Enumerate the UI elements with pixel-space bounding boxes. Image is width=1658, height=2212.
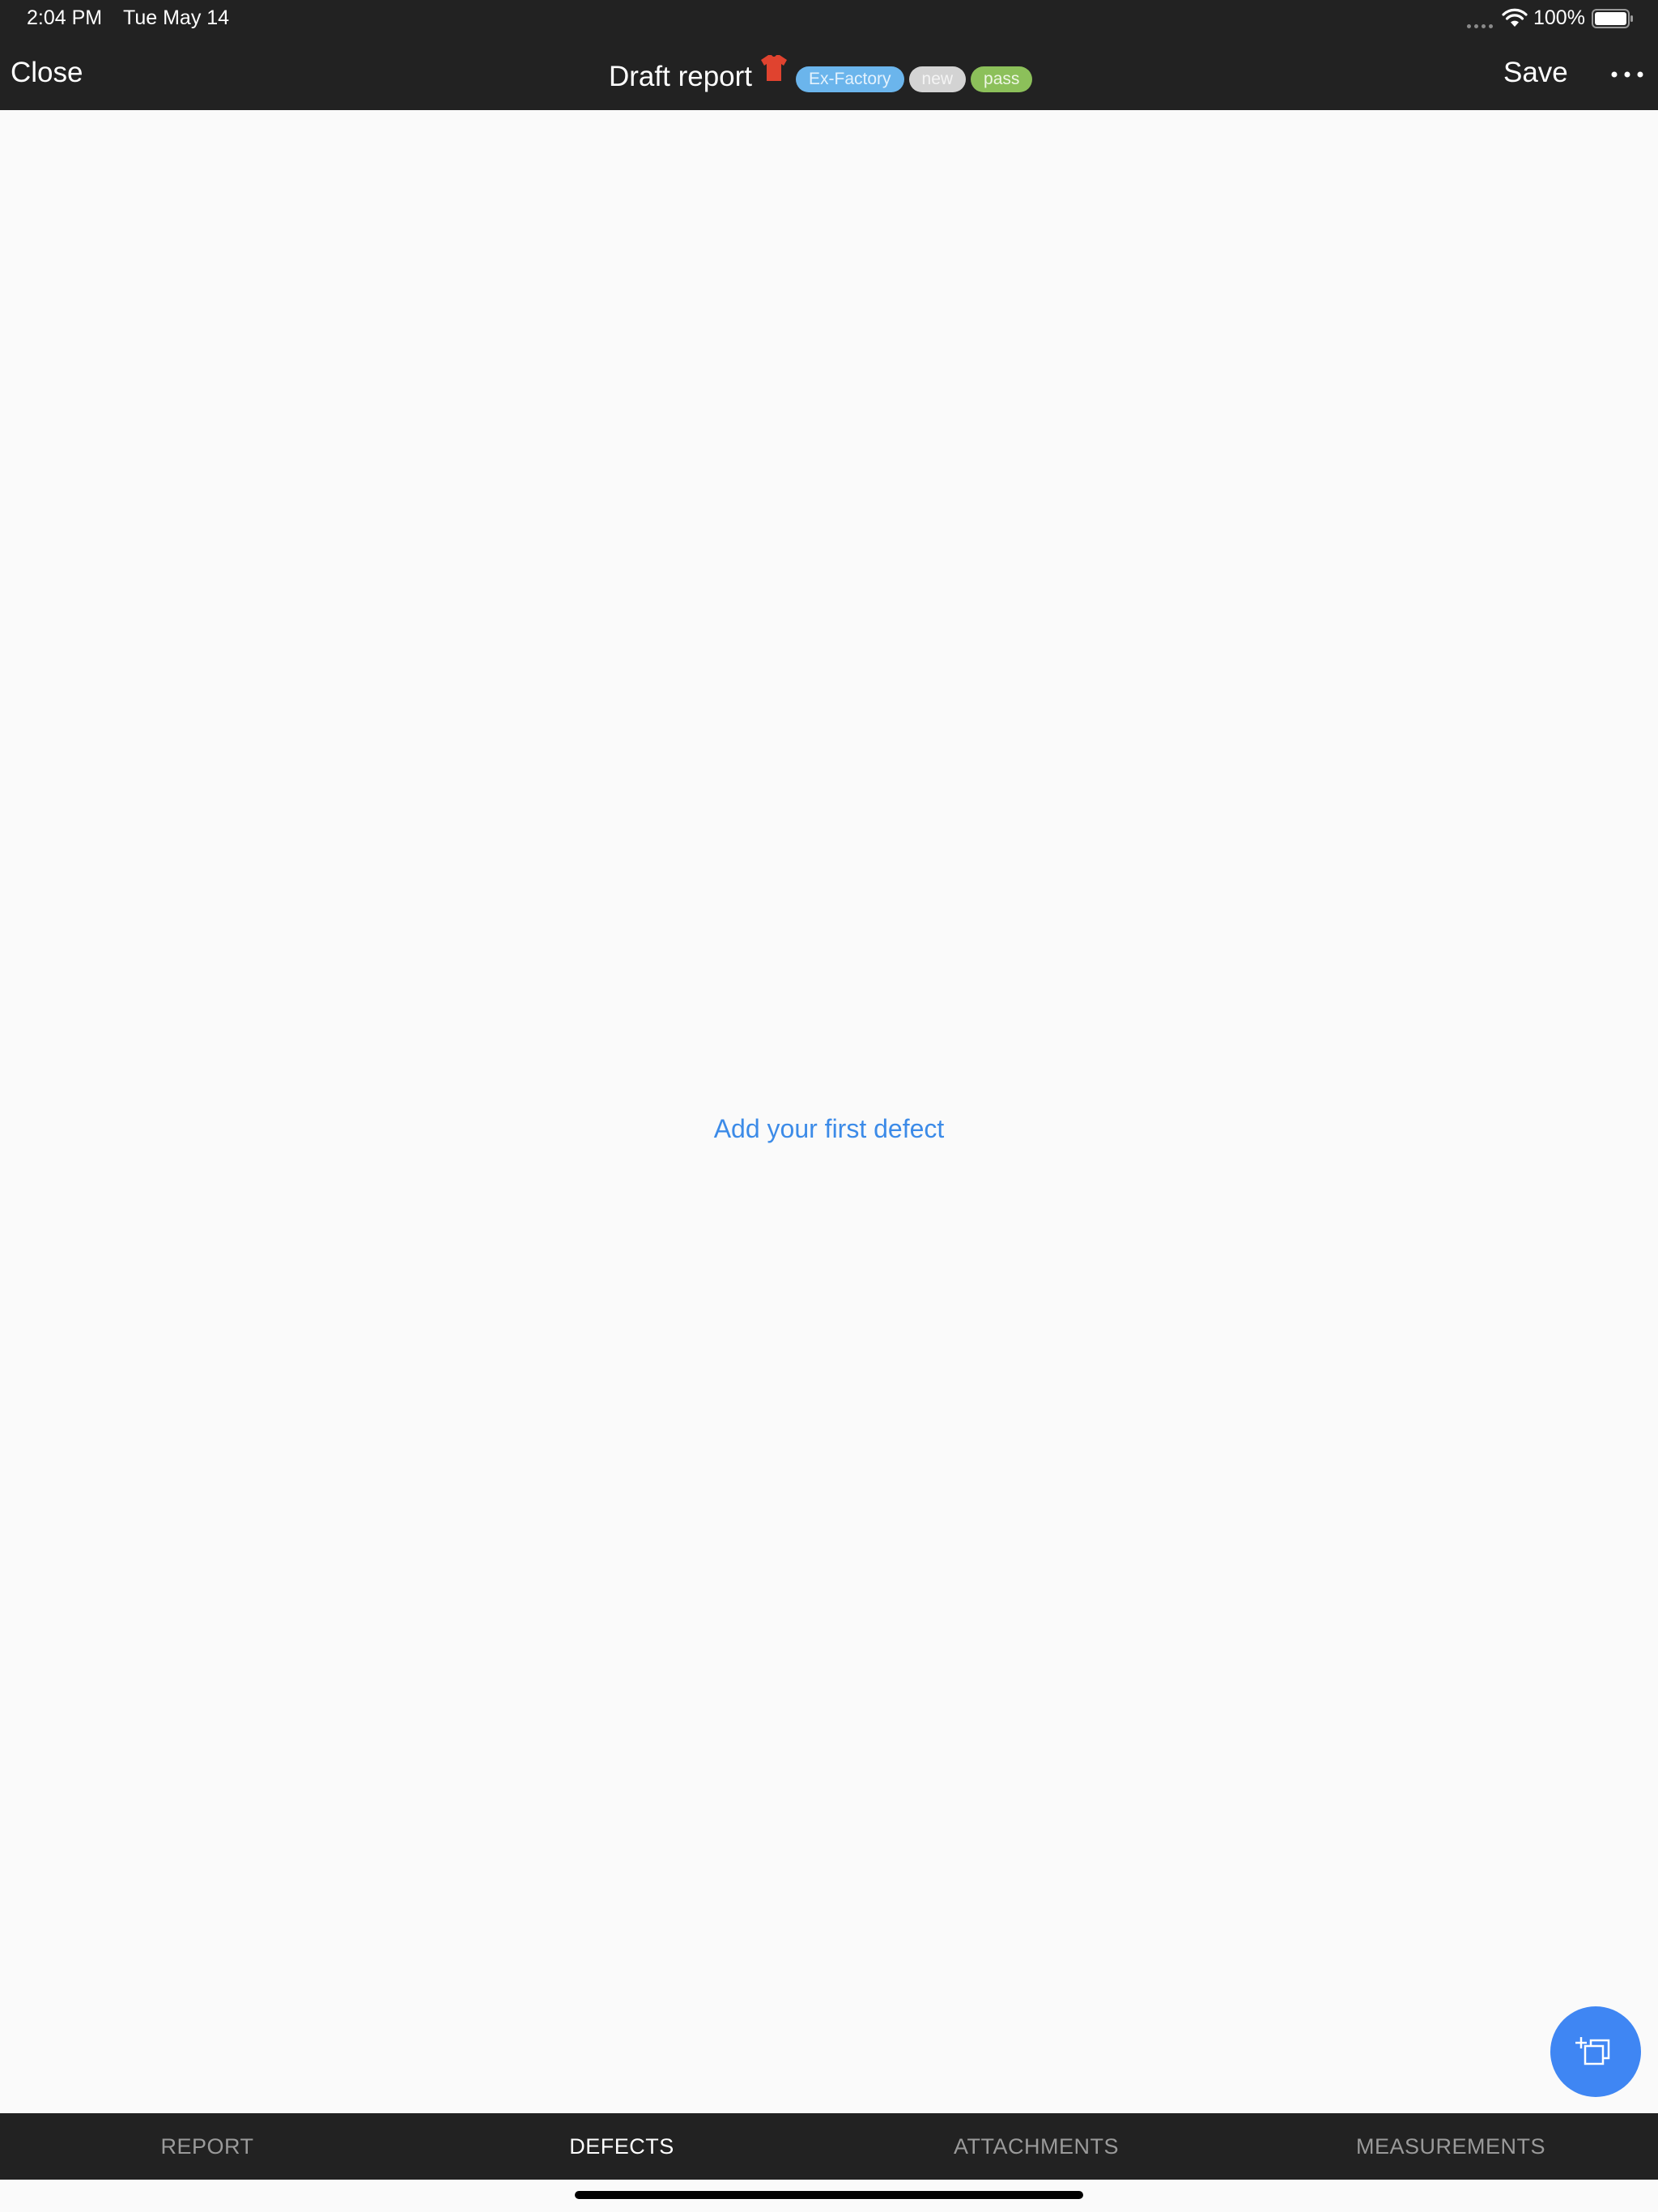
save-button[interactable]: Save <box>1503 57 1568 89</box>
close-button[interactable]: Close <box>11 57 83 89</box>
app-screen: 2:04 PM Tue May 14 100% Close Draft repo… <box>0 0 1658 2212</box>
status-time: 2:04 PM <box>27 6 103 29</box>
tshirt-icon <box>761 55 787 81</box>
wifi-icon <box>1502 8 1528 27</box>
bottom-tab-bar: REPORT DEFECTS ATTACHMENTS MEASUREMENTS <box>0 2113 1658 2180</box>
report-state-badge: new <box>908 66 967 92</box>
home-indicator-area <box>0 2180 1658 2212</box>
add-first-defect-link[interactable]: Add your first defect <box>0 1114 1658 1144</box>
tab-attachments[interactable]: ATTACHMENTS <box>829 2113 1244 2180</box>
navigation-bar: Close Draft report Ex-Factory new pass S… <box>0 39 1658 110</box>
tab-defects[interactable]: DEFECTS <box>414 2113 829 2180</box>
ellipsis-icon[interactable] <box>1608 68 1647 81</box>
inspection-result-badge: pass <box>971 66 1033 92</box>
tab-report[interactable]: REPORT <box>0 2113 414 2180</box>
tab-measurements[interactable]: MEASUREMENTS <box>1244 2113 1658 2180</box>
status-date: Tue May 14 <box>123 6 230 29</box>
home-indicator[interactable] <box>575 2191 1083 2199</box>
battery-percentage: 100% <box>1533 6 1585 29</box>
status-bar: 2:04 PM Tue May 14 100% <box>0 0 1658 39</box>
multitasking-dots-icon <box>1467 18 1496 28</box>
battery-icon <box>1592 9 1633 28</box>
defects-content: Add your first defect <box>0 110 1658 2113</box>
inspection-type-badge: Ex-Factory <box>796 66 904 92</box>
add-defect-button[interactable] <box>1550 2006 1641 2097</box>
add-defect-icon <box>1575 2037 1610 2065</box>
page-title: Draft report <box>609 61 752 92</box>
nav-title-group: Draft report Ex-Factory new pass <box>609 50 1033 99</box>
